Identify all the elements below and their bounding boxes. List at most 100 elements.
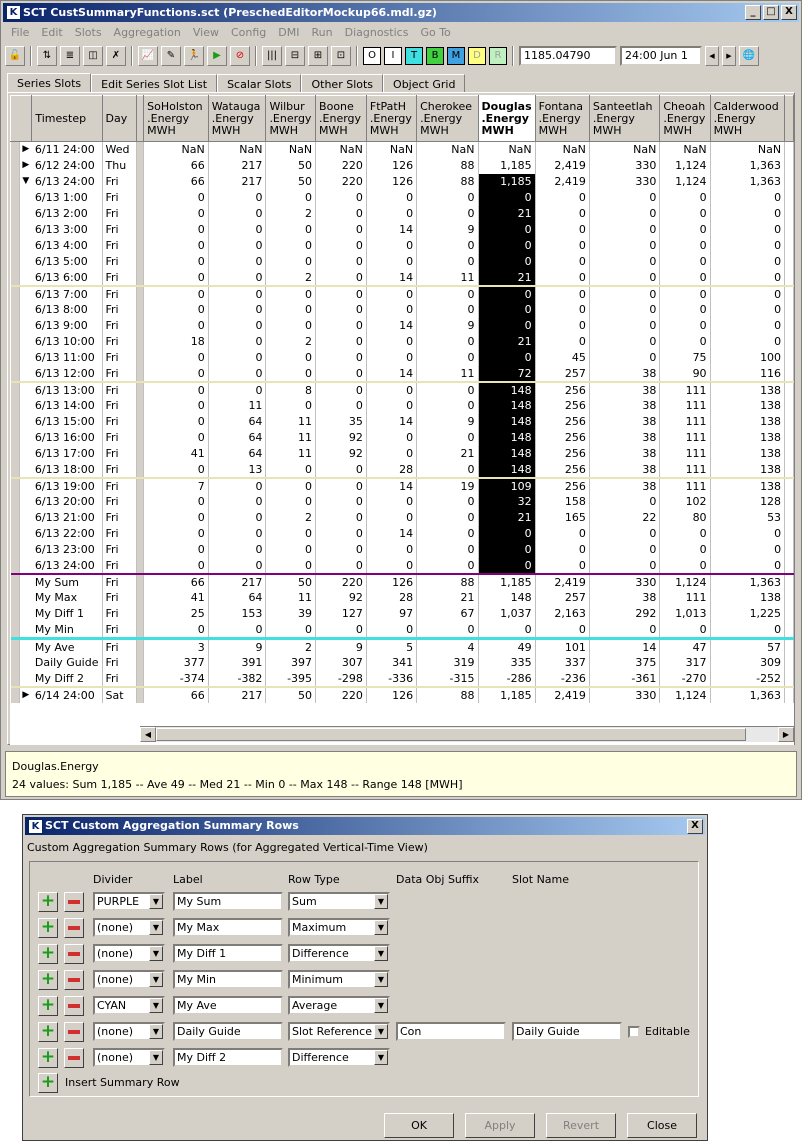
value-cell[interactable]: 19 [416, 476, 479, 494]
value-cell[interactable]: 220 [315, 173, 367, 190]
value-cell[interactable]: 38 [589, 397, 661, 414]
value-cell[interactable]: 0 [478, 317, 536, 334]
value-cell[interactable]: 11 [265, 589, 317, 606]
value-cell[interactable]: 148 [478, 380, 536, 398]
minimize-button[interactable]: _ [745, 5, 761, 20]
add-row-button[interactable]: + [38, 918, 58, 938]
value-cell[interactable]: 0 [315, 269, 367, 286]
delete-icon[interactable]: ✗ [106, 46, 126, 66]
value-cell[interactable]: 148 [478, 461, 536, 478]
value-cell[interactable]: 0 [366, 621, 418, 638]
value-cell[interactable]: -298 [315, 670, 367, 687]
chevron-down-icon[interactable]: ▼ [374, 1024, 388, 1039]
menu-dmi[interactable]: DMI [272, 24, 305, 42]
value-cell[interactable]: 0 [535, 541, 590, 558]
value-cell[interactable]: 39 [265, 605, 317, 622]
value-cell[interactable]: 0 [659, 557, 711, 574]
expand-icon[interactable]: ⊞ [308, 46, 328, 66]
row-header[interactable] [10, 685, 20, 703]
add-row-button[interactable]: + [38, 892, 58, 912]
value-cell[interactable]: 0 [416, 557, 479, 574]
value-cell[interactable]: 0 [535, 269, 590, 286]
value-cell[interactable]: 38 [589, 461, 661, 478]
column-header[interactable]: Wilbur .Energy MWH [265, 95, 317, 142]
value-cell[interactable]: 309 [710, 654, 786, 671]
value-cell[interactable]: 126 [366, 157, 418, 174]
row-header[interactable] [10, 205, 20, 222]
value-cell[interactable]: 38 [589, 589, 661, 606]
value-cell[interactable]: 220 [315, 685, 367, 703]
chevron-down-icon[interactable]: ▼ [374, 972, 388, 987]
value-cell[interactable]: 66 [143, 157, 209, 174]
chevron-down-icon[interactable]: ▼ [374, 1050, 388, 1065]
value-cell[interactable]: 0 [143, 349, 209, 366]
row-header[interactable] [10, 365, 20, 382]
tab-edit-series-slot-list[interactable]: Edit Series Slot List [91, 74, 218, 93]
value-cell[interactable]: 57 [710, 636, 786, 655]
value-cell[interactable]: 256 [535, 429, 590, 446]
table-row[interactable]: 6/13 1:00 Fri 0 0 0 0 0 0 0 0 0 0 0 [10, 189, 794, 206]
value-cell[interactable]: 1,185 [478, 157, 536, 174]
value-cell[interactable]: 335 [478, 654, 536, 671]
add-row-button[interactable]: + [38, 1022, 58, 1042]
value-cell[interactable]: 88 [416, 572, 479, 590]
value-cell[interactable]: 100 [710, 349, 786, 366]
menu-diagnostics[interactable]: Diagnostics [339, 24, 415, 42]
value-cell[interactable]: -382 [208, 670, 267, 687]
value-cell[interactable]: 256 [535, 461, 590, 478]
value-cell[interactable]: 111 [659, 380, 711, 398]
value-cell[interactable]: 1,363 [710, 685, 786, 703]
value-cell[interactable]: 5 [366, 636, 418, 655]
value-cell[interactable]: 0 [416, 429, 479, 446]
value-cell[interactable]: 0 [366, 333, 418, 350]
value-cell[interactable]: 317 [659, 654, 711, 671]
value-cell[interactable]: 9 [416, 221, 479, 238]
value-cell[interactable]: -336 [366, 670, 418, 687]
value-cell[interactable]: 0 [315, 253, 367, 270]
value-cell[interactable]: 220 [315, 157, 367, 174]
dialog-close-button[interactable]: X [687, 819, 703, 834]
chevron-down-icon[interactable]: ▼ [374, 920, 388, 935]
value-cell[interactable]: 0 [416, 284, 479, 302]
table-row[interactable]: 6/13 13:00 Fri 0 0 8 0 0 0 148 256 38 111 138 [10, 380, 794, 398]
value-cell[interactable]: 0 [143, 493, 209, 510]
value-cell[interactable]: 0 [143, 237, 209, 254]
row-header[interactable] [10, 413, 20, 430]
value-cell[interactable]: 0 [315, 333, 367, 350]
value-cell[interactable]: 11 [208, 397, 267, 414]
value-cell[interactable]: 66 [143, 572, 209, 590]
value-cell[interactable]: 0 [315, 397, 367, 414]
value-cell[interactable]: 0 [416, 621, 479, 638]
value-cell[interactable]: 377 [143, 654, 209, 671]
row-header[interactable] [10, 636, 20, 655]
value-cell[interactable]: 0 [710, 269, 786, 286]
value-cell[interactable]: 0 [535, 221, 590, 238]
value-cell[interactable]: 0 [416, 333, 479, 350]
table-row[interactable]: 6/13 2:00 Fri 0 0 2 0 0 0 21 0 0 0 0 [10, 205, 794, 222]
value-cell[interactable]: 2,419 [535, 685, 590, 703]
value-cell[interactable]: 80 [659, 509, 711, 526]
value-cell[interactable]: 0 [589, 317, 661, 334]
columns-icon[interactable]: ||| [262, 46, 282, 66]
value-cell[interactable]: 14 [366, 269, 418, 286]
divider-select[interactable]: (none) ▼ [93, 1048, 165, 1067]
plot-icon[interactable]: 📈 [138, 46, 158, 66]
row-header[interactable] [10, 237, 20, 254]
collapse-icon[interactable]: ⊟ [285, 46, 305, 66]
value-cell[interactable]: 0 [478, 253, 536, 270]
divider-select[interactable]: (none) ▼ [93, 918, 165, 937]
value-cell[interactable]: NaN [535, 141, 590, 158]
value-cell[interactable]: 0 [366, 509, 418, 526]
value-cell[interactable]: 9 [416, 413, 479, 430]
table-row[interactable]: 6/13 24:00 Fri 0 0 0 0 0 0 0 0 0 0 0 [10, 557, 794, 574]
value-cell[interactable]: 0 [659, 333, 711, 350]
value-cell[interactable]: 0 [143, 284, 209, 302]
value-cell[interactable]: 0 [143, 525, 209, 542]
value-cell[interactable]: 0 [143, 509, 209, 526]
value-cell[interactable]: 50 [265, 685, 317, 703]
value-cell[interactable]: 0 [589, 333, 661, 350]
expand-toggle-icon[interactable]: ▶ [19, 685, 32, 703]
value-cell[interactable]: 0 [366, 429, 418, 446]
value-cell[interactable]: 18 [143, 333, 209, 350]
value-cell[interactable]: 0 [265, 557, 317, 574]
